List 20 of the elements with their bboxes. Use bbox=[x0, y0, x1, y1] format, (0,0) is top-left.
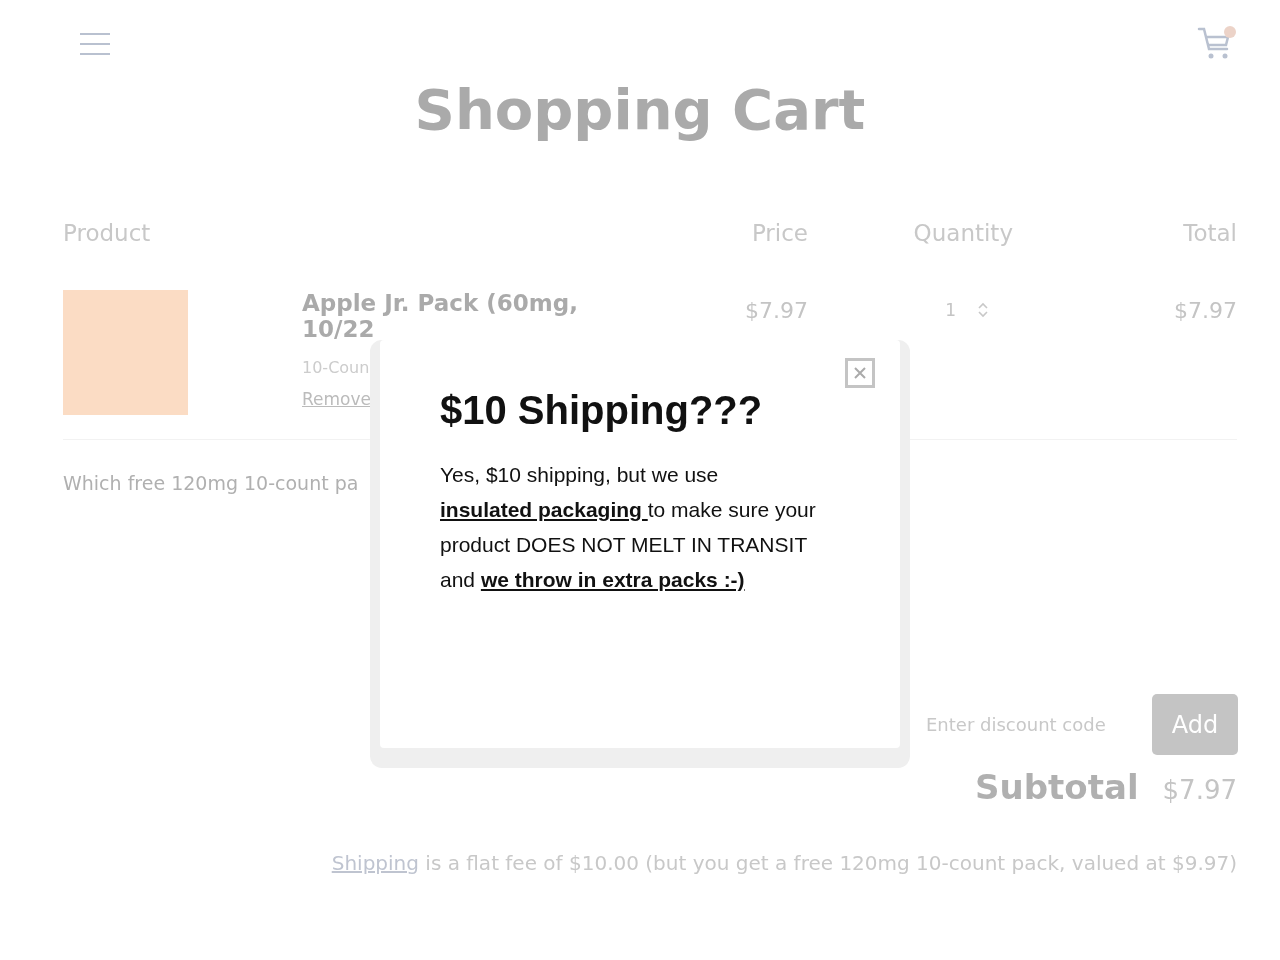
total-text: $7.97 bbox=[1173, 298, 1237, 323]
remove-link[interactable]: Remove bbox=[302, 389, 371, 409]
close-icon[interactable] bbox=[853, 366, 867, 380]
dialog-text: Yes, $10 shipping, but we use insulated packaging to make sure your product DOES NOT MELT IN TRANSIT and we throw in extra packs :-) bbox=[440, 462, 817, 593]
close-button[interactable] bbox=[845, 358, 875, 388]
add-button[interactable]: Add bbox=[1152, 694, 1238, 755]
subtotal-label: Subtotal bbox=[975, 767, 1139, 807]
quantity-field[interactable]: 1 bbox=[945, 300, 956, 320]
dialog-title: $10 Shipping??? bbox=[440, 388, 764, 433]
product-name[interactable]: Apple Jr. Pack (60mg, 10/22 bbox=[302, 290, 592, 342]
menu-icon[interactable] bbox=[80, 33, 110, 55]
spinner-icon[interactable] bbox=[978, 301, 988, 319]
cart-icon[interactable] bbox=[1197, 25, 1237, 61]
subtotal-value: $7.97 bbox=[1162, 775, 1237, 805]
dialog-link[interactable]: insulated packaging bbox=[440, 498, 648, 521]
page-title: Shopping Cart bbox=[413, 77, 867, 142]
question-text: Which free 120mg 10-count pa bbox=[63, 472, 359, 494]
price-text: $7.97 bbox=[744, 298, 808, 323]
dialog-link[interactable]: we throw in extra packs :-) bbox=[480, 568, 745, 591]
shipping-link[interactable]: Shipping bbox=[331, 851, 419, 875]
